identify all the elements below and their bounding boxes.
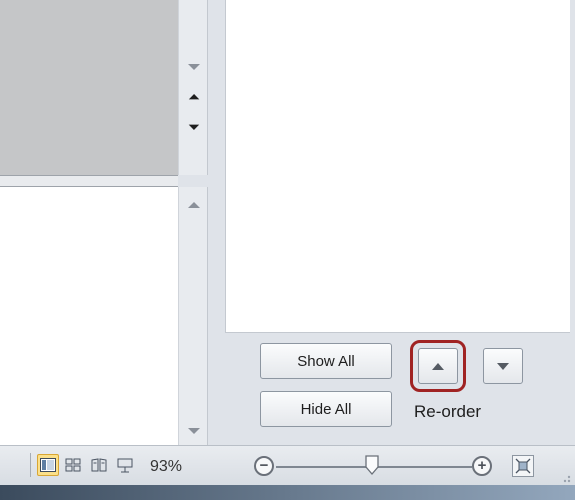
show-all-label: Show All [297,352,355,370]
slide-vertical-scrollbar[interactable]: ⏶ ⏷ [178,0,208,175]
zoom-slider-thumb[interactable] [365,455,379,475]
hide-all-button[interactable]: Hide All [260,391,392,427]
status-divider [30,453,31,477]
normal-view-button[interactable] [37,454,59,476]
chevron-down-icon[interactable] [188,64,200,70]
double-chevron-up-icon[interactable]: ⏶ [186,90,202,105]
move-down-button[interactable] [483,348,523,384]
triangle-up-icon [432,362,444,370]
chevron-down-icon[interactable] [188,428,200,434]
chevron-up-icon[interactable] [188,202,200,208]
double-chevron-down-icon[interactable]: ⏷ [186,120,202,135]
fit-to-window-icon [515,458,531,474]
slide-show-icon [117,458,133,472]
taskbar-strip [0,485,575,500]
move-up-button[interactable] [418,348,458,384]
slide-sorter-button[interactable] [62,454,84,476]
hide-all-label: Hide All [300,400,352,418]
notes-vertical-scrollbar[interactable] [178,187,208,445]
show-all-button[interactable]: Show All [260,343,392,379]
fit-to-window-button[interactable] [512,455,534,477]
reading-view-button[interactable] [88,454,110,476]
slide-sorter-icon [65,458,81,472]
reading-view-icon [91,458,107,472]
slide-pane [0,0,178,175]
resize-grip-icon[interactable] [556,470,572,484]
notes-pane[interactable] [0,187,178,445]
reorder-label: Re-order [414,402,482,421]
normal-view-icon [40,458,56,472]
minus-circle-icon[interactable]: − [254,456,274,476]
plus-circle-icon[interactable]: + [472,456,492,476]
pane-splitter[interactable] [0,175,178,187]
zoom-level[interactable]: 93% [150,458,182,476]
slide-show-button[interactable] [114,454,136,476]
triangle-down-icon [497,362,509,370]
selection-list[interactable] [225,0,570,333]
